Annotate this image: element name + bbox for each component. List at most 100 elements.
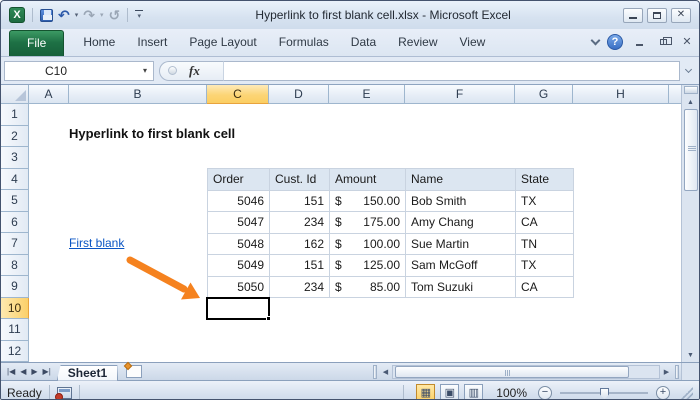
page-break-preview-icon[interactable]: ▥ [464,384,483,400]
row-header-5[interactable]: 5 [1,190,29,212]
cell-amount[interactable]: $100.00 [330,234,406,256]
last-sheet-icon[interactable]: ▶| [42,367,52,376]
cell-order[interactable]: 5048 [208,234,270,256]
tab-page-layout[interactable]: Page Layout [178,29,267,56]
fill-handle[interactable] [266,316,271,321]
cell-cust-id[interactable]: 162 [270,234,330,256]
zoom-slider[interactable] [560,392,648,394]
zoom-slider-thumb[interactable] [600,388,609,400]
cell-state[interactable]: CA [516,277,574,299]
cell-name[interactable]: Sue Martin [406,234,516,256]
zoom-out-icon[interactable]: − [538,386,552,400]
minimize-icon[interactable] [623,8,643,23]
sheet-tab-sheet1[interactable]: Sheet1 [57,365,118,381]
cell-name[interactable]: Tom Suzuki [406,277,516,299]
cell-state[interactable]: TX [516,255,574,277]
row-header-8[interactable]: 8 [1,255,29,277]
cell-amount[interactable]: $175.00 [330,212,406,234]
previous-sheet-icon[interactable]: ◀ [19,367,27,376]
scroll-right-icon[interactable]: ▶ [660,365,673,378]
cell-name[interactable]: Bob Smith [406,191,516,213]
name-box-dropdown-icon[interactable]: ▾ [143,66,147,75]
zoom-in-icon[interactable]: + [656,386,670,400]
workbook-minimize-icon[interactable] [631,36,647,49]
row-header-2[interactable]: 2 [1,126,29,148]
cell-cust-id[interactable]: 234 [270,212,330,234]
tab-review[interactable]: Review [387,29,448,56]
save-icon[interactable] [40,9,53,22]
row-header-12[interactable]: 12 [1,341,29,363]
help-icon[interactable]: ? [607,34,623,50]
macro-record-icon[interactable] [57,387,72,399]
page-layout-view-icon[interactable]: ▣ [440,384,459,400]
customize-quick-access-toolbar-icon[interactable]: ▾ [135,10,143,20]
excel-logo-icon[interactable]: X [9,7,25,23]
cell-cust-id[interactable]: 234 [270,277,330,299]
active-cell-c10[interactable] [206,297,270,320]
insert-function-icon[interactable]: fx [189,63,200,79]
workbook-close-icon[interactable]: ✕ [679,36,695,49]
column-header-b[interactable]: B [69,85,207,104]
column-header-d[interactable]: D [269,85,329,104]
tab-insert[interactable]: Insert [126,29,178,56]
expand-formula-bar-icon[interactable] [680,70,696,72]
close-icon[interactable]: ✕ [671,8,691,23]
cell-state[interactable]: TN [516,234,574,256]
tab-home[interactable]: Home [72,29,126,56]
maximize-icon[interactable] [647,8,667,23]
vertical-scrollbar[interactable]: ▲ ▼ [681,85,699,362]
normal-view-icon[interactable]: ▦ [416,384,435,400]
select-all-button[interactable] [1,85,29,104]
cell-amount[interactable]: $85.00 [330,277,406,299]
cell-name[interactable]: Amy Chang [406,212,516,234]
formula-input[interactable] [223,61,680,81]
cell-amount[interactable]: $125.00 [330,255,406,277]
tab-formulas[interactable]: Formulas [268,29,340,56]
tab-split-handle[interactable] [373,365,377,379]
cell-order[interactable]: 5049 [208,255,270,277]
horizontal-scrollbar[interactable] [392,365,660,379]
next-sheet-icon[interactable]: ▶ [30,367,38,376]
row-header-7[interactable]: 7 [1,233,29,255]
undo-dropdown-icon[interactable]: ▾ [75,11,79,19]
scroll-up-icon[interactable]: ▲ [683,95,699,109]
tab-data[interactable]: Data [340,29,387,56]
column-header-h[interactable]: H [573,85,669,104]
cell-order[interactable]: 5050 [208,277,270,299]
cell-state[interactable]: CA [516,212,574,234]
row-header-6[interactable]: 6 [1,212,29,234]
column-header-c[interactable]: C [207,85,269,104]
scroll-down-icon[interactable]: ▼ [683,348,699,362]
cell-order[interactable]: 5047 [208,212,270,234]
column-header-a[interactable]: A [29,85,69,104]
split-handle-icon[interactable] [684,86,698,94]
first-blank-hyperlink[interactable]: First blank [69,236,124,250]
column-header-f[interactable]: F [405,85,515,104]
column-header-e[interactable]: E [329,85,405,104]
row-header-10[interactable]: 10 [1,298,29,320]
row-header-4[interactable]: 4 [1,169,29,191]
cell-cust-id[interactable]: 151 [270,191,330,213]
tab-view[interactable]: View [449,29,497,56]
cell-order[interactable]: 5046 [208,191,270,213]
expand-ribbon-icon[interactable] [591,36,601,46]
sheet-content[interactable]: Hyperlink to first blank cell First blan… [29,104,681,362]
workbook-restore-icon[interactable] [655,36,671,49]
cell-state[interactable]: TX [516,191,574,213]
row-header-1[interactable]: 1 [1,104,29,126]
cell-cust-id[interactable]: 151 [270,255,330,277]
resize-grip[interactable] [681,387,693,399]
insert-worksheet-icon[interactable] [126,365,142,378]
cell-amount[interactable]: $150.00 [330,191,406,213]
scroll-left-icon[interactable]: ◀ [379,365,392,378]
zoom-level[interactable]: 100% [496,386,527,400]
row-header-11[interactable]: 11 [1,319,29,341]
tab-split-handle[interactable] [675,365,679,379]
vertical-scroll-thumb[interactable] [684,109,698,191]
tab-file[interactable]: File [9,30,64,56]
undo-icon[interactable]: ↶ [58,8,70,22]
row-header-9[interactable]: 9 [1,276,29,298]
first-sheet-icon[interactable]: |◀ [6,367,16,376]
column-header-g[interactable]: G [515,85,573,104]
horizontal-scroll-thumb[interactable] [395,366,629,378]
